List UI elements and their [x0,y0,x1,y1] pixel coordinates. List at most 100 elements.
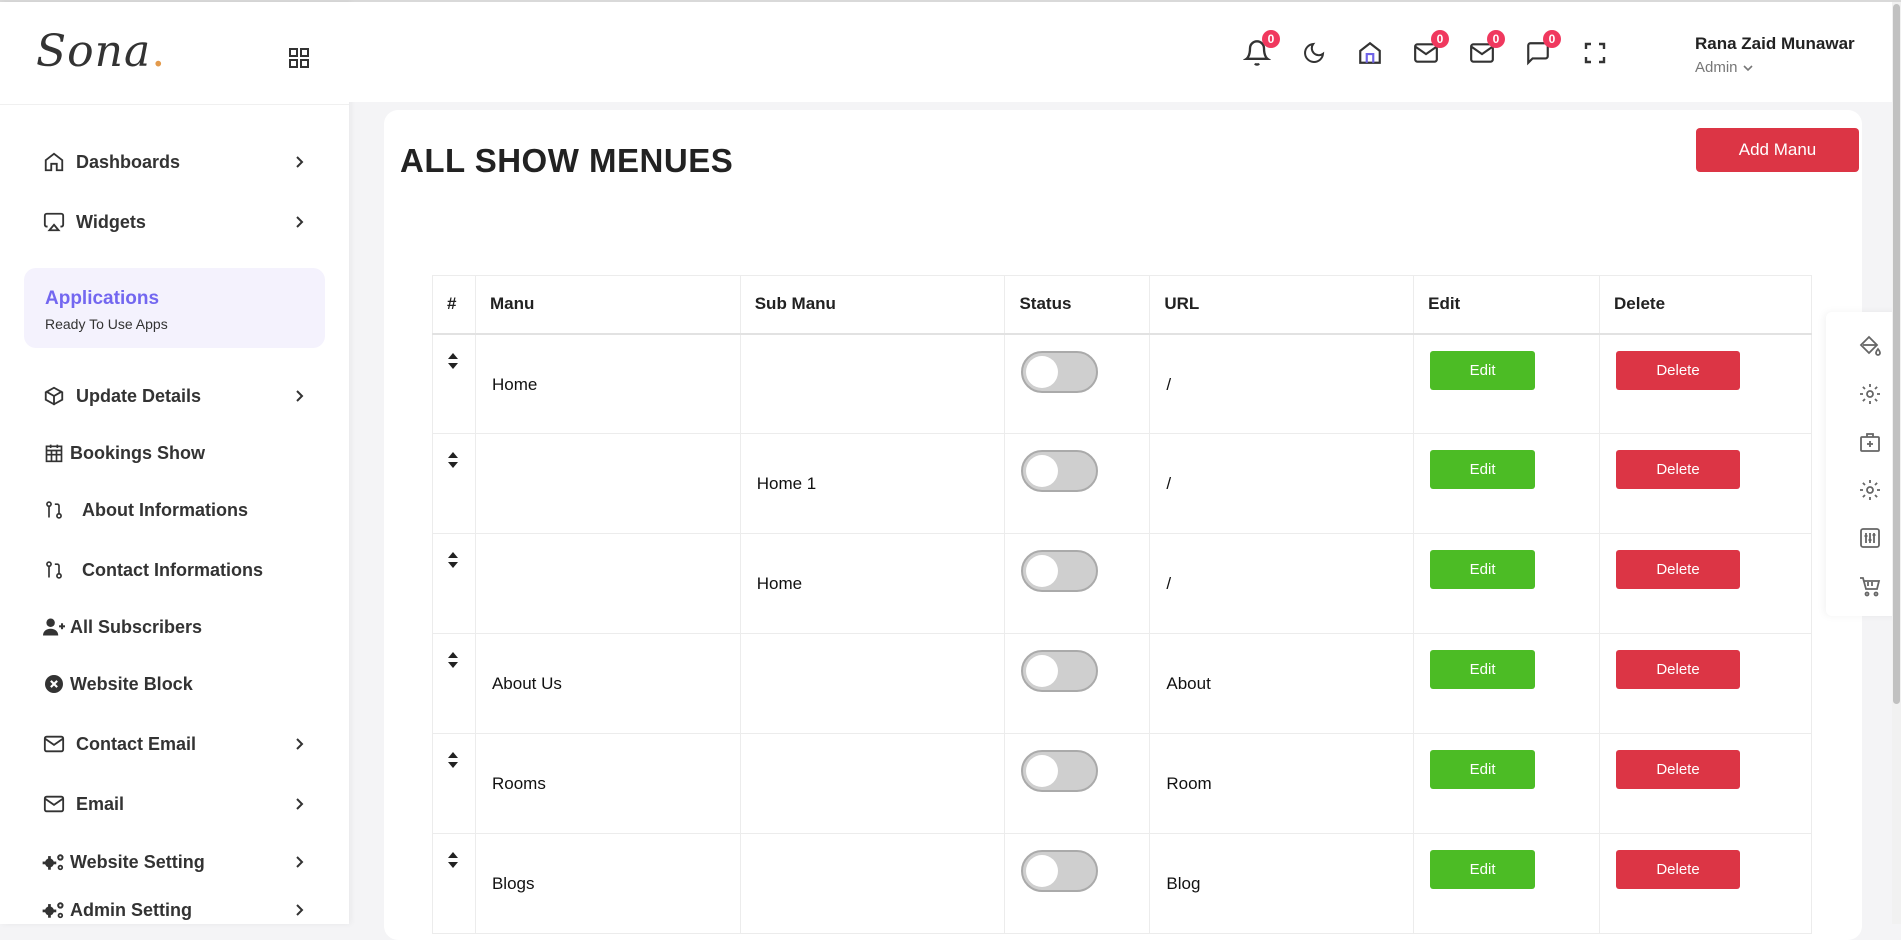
fullscreen-button[interactable] [1580,38,1610,68]
home-button[interactable] [1355,38,1385,68]
logo-text: Sona [36,26,152,77]
calendar-icon [42,441,66,465]
applications-box[interactable]: Applications Ready To Use Apps [24,268,325,348]
sidebar-item-label: All Subscribers [70,616,203,637]
sub-manu-cell [739,833,1006,934]
chevron-down-icon [1742,64,1753,71]
sort-handle-icon[interactable] [447,652,459,668]
drag-handle-cell[interactable] [432,633,476,734]
sidebar-item-about-informations[interactable]: About Informations [0,480,349,540]
cart-icon[interactable] [1858,574,1882,598]
delete-button[interactable]: Delete [1616,750,1741,789]
chevron-right-icon [296,904,304,916]
manu-text: About Us [491,674,562,693]
sidebar-item-all-subscribers[interactable]: All Subscribers [0,600,349,654]
delete-button[interactable]: Delete [1616,450,1741,489]
sort-handle-icon[interactable] [447,752,459,768]
table-row: Blogs Blog Edit Delete [432,833,1812,934]
sidebar-item-email[interactable]: Email [0,774,349,834]
sub-manu-cell [739,333,1006,434]
sidebar-item-label: Website Setting [70,851,205,872]
edit-button[interactable]: Edit [1430,650,1536,689]
sidebar-item-website-block[interactable]: Website Block [0,654,349,714]
sub-manu-text: Home 1 [756,474,817,493]
edit-button[interactable]: Edit [1430,850,1536,889]
drag-handle-cell[interactable] [432,533,476,634]
sidebar-item-admin-setting[interactable]: Admin Setting [0,890,349,930]
sub-manu-cell [739,633,1006,734]
mail-badge: 0 [1431,30,1449,48]
url-text: About [1166,674,1211,693]
mail-button-1[interactable]: 0 [1411,30,1449,68]
status-toggle[interactable] [1021,350,1099,393]
sort-handle-icon[interactable] [447,452,459,468]
status-toggle[interactable] [1021,550,1099,592]
url-text: Blog [1166,874,1201,893]
add-menu-button[interactable]: Add Manu [1696,128,1859,172]
sub-manu-text: Home [756,574,803,593]
chat-button[interactable]: 0 [1523,30,1561,68]
sort-handle-icon[interactable] [447,352,459,369]
delete-button[interactable]: Delete [1616,650,1741,689]
sidebar-item-contact-informations[interactable]: Contact Informations [0,540,349,600]
applications-title: Applications [45,288,160,309]
logo[interactable]: Sona. [36,26,166,77]
git-pull-request-icon [42,558,66,582]
grid-icon[interactable] [287,46,311,70]
drag-handle-cell[interactable] [432,433,476,534]
notification-button[interactable]: 0 [1242,30,1280,68]
sidebar-item-contact-email[interactable]: Contact Email [0,714,349,774]
status-toggle[interactable] [1021,450,1099,492]
manu-cell: Home [474,333,741,434]
manu-text: Blogs [491,874,535,893]
sort-handle-icon[interactable] [447,552,459,568]
settings-icon[interactable] [1858,478,1882,502]
sidebar-item-bookings-show[interactable]: Bookings Show [0,426,349,480]
sidebar-item-website-setting[interactable]: Website Setting [0,834,349,890]
delete-button[interactable]: Delete [1616,350,1741,390]
sidebar-item-label: Contact Email [76,733,197,754]
url-text: / [1166,574,1172,593]
chevron-right-icon [296,798,304,810]
paint-bucket-icon[interactable] [1858,334,1882,358]
sliders-icon[interactable] [1858,526,1882,550]
table-body: Home / Edit Delete Home 1 / Edit Delete … [432,333,1812,934]
chat-badge: 0 [1543,30,1561,48]
status-cell [1004,433,1151,534]
scrollbar-thumb[interactable] [1893,4,1900,704]
edit-cell: Edit [1413,333,1601,434]
chevron-right-icon [296,390,304,402]
status-toggle[interactable] [1021,650,1099,692]
user-menu[interactable]: Rana Zaid Munawar Admin [1695,34,1855,76]
sidebar-item-label: Widgets [76,211,146,232]
manu-cell: Blogs [474,833,741,934]
table-header-row: # Manu Sub Manu Status URL Edit Delete [432,275,1812,335]
status-toggle[interactable] [1021,750,1099,792]
sidebar-item-widgets[interactable]: Widgets [0,192,349,252]
drag-handle-cell[interactable] [432,833,476,934]
delete-cell: Delete [1599,533,1812,634]
delete-cell: Delete [1599,333,1812,434]
manu-cell: About Us [474,633,741,734]
medical-bag-icon[interactable] [1858,430,1882,454]
mail-icon [42,792,66,816]
column-header-sub-manu: Sub Manu [739,275,1006,335]
settings-icon[interactable] [1858,382,1882,406]
sort-handle-icon[interactable] [447,852,459,868]
mail-button-2[interactable]: 0 [1467,30,1505,68]
dark-mode-toggle[interactable] [1299,38,1329,68]
edit-button[interactable]: Edit [1430,550,1536,589]
edit-button[interactable]: Edit [1430,350,1536,390]
edit-button[interactable]: Edit [1430,450,1536,489]
status-toggle[interactable] [1021,850,1099,892]
drag-handle-cell[interactable] [432,333,476,434]
delete-button[interactable]: Delete [1616,850,1741,889]
user-name: Rana Zaid Munawar [1695,34,1855,53]
delete-button[interactable]: Delete [1616,550,1741,589]
sidebar-item-update-details[interactable]: Update Details [0,366,349,426]
drag-handle-cell[interactable] [432,733,476,834]
sidebar-item-label: Contact Informations [82,559,264,580]
sidebar-item-dashboards[interactable]: Dashboards [0,132,349,192]
edit-button[interactable]: Edit [1430,750,1536,789]
table-row: Home / Edit Delete [432,533,1812,634]
